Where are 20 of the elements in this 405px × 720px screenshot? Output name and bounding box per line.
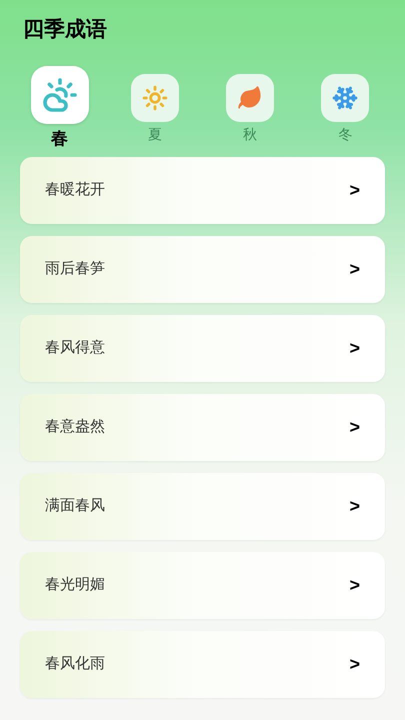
chevron-icon: > <box>349 414 360 441</box>
idiom-item[interactable]: 雨后春笋 > <box>20 236 385 303</box>
app-title: 四季成语 <box>23 18 107 41</box>
sun-cloud-icon <box>42 77 78 113</box>
leaf-icon <box>237 85 264 111</box>
chevron-icon: > <box>349 256 360 283</box>
idiom-item[interactable]: 满面春风 > <box>20 473 385 540</box>
season-tab[interactable]: 春 <box>12 52 108 152</box>
sun-icon <box>142 85 168 111</box>
chevron-icon: > <box>349 493 360 520</box>
idiom-item[interactable]: 春暖花开 > <box>20 157 385 224</box>
chevron-icon: > <box>349 572 360 599</box>
idiom-item[interactable]: 春意盎然 > <box>20 394 385 461</box>
chevron-icon: > <box>349 335 360 362</box>
snowflake-icon <box>332 85 358 111</box>
chevron-icon: > <box>349 651 360 678</box>
idiom-item[interactable]: 春风得意 > <box>20 315 385 382</box>
idiom-item[interactable]: 春光明媚 > <box>20 552 385 619</box>
idiom-item[interactable]: 春风化雨 > <box>20 631 385 698</box>
chevron-icon: > <box>349 177 360 204</box>
